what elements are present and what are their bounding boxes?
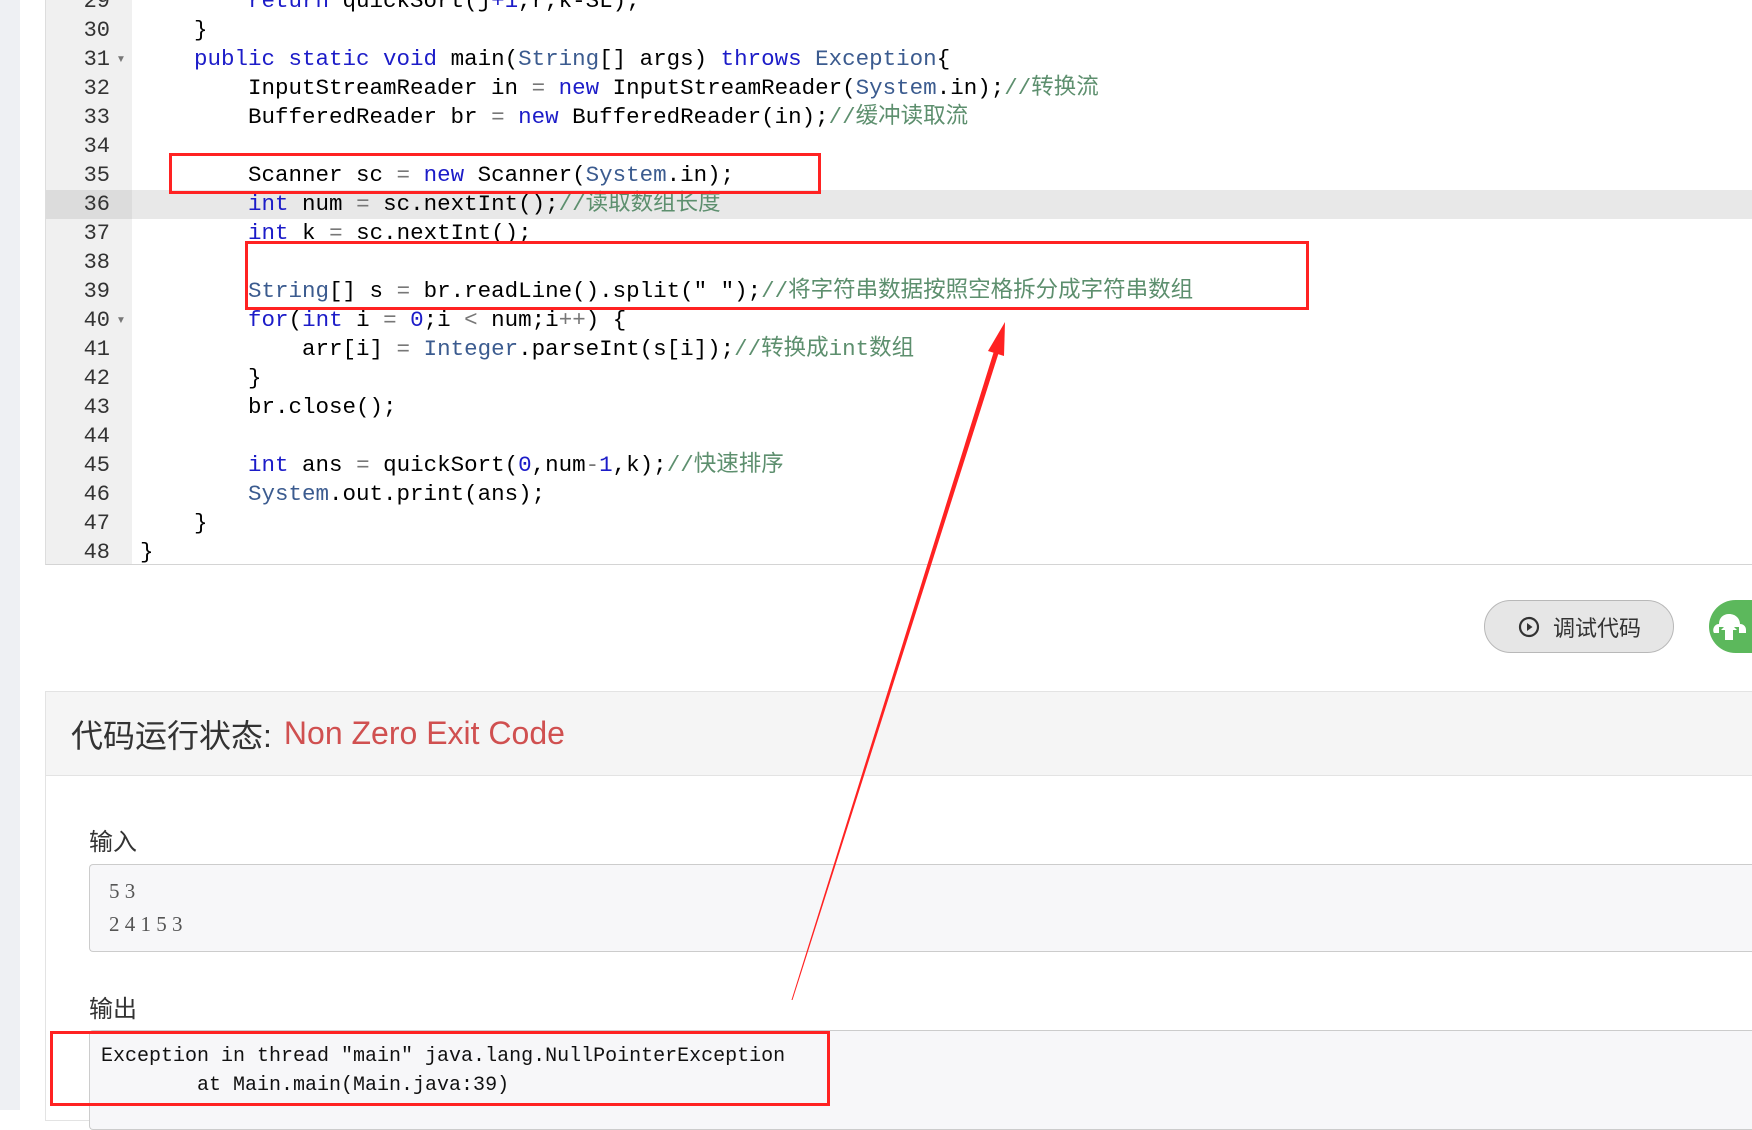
annotation-arrow-head: [988, 322, 1005, 356]
annotation-arrow-shaft: [791, 352, 999, 1000]
annotation-arrow: [791, 322, 1005, 1000]
